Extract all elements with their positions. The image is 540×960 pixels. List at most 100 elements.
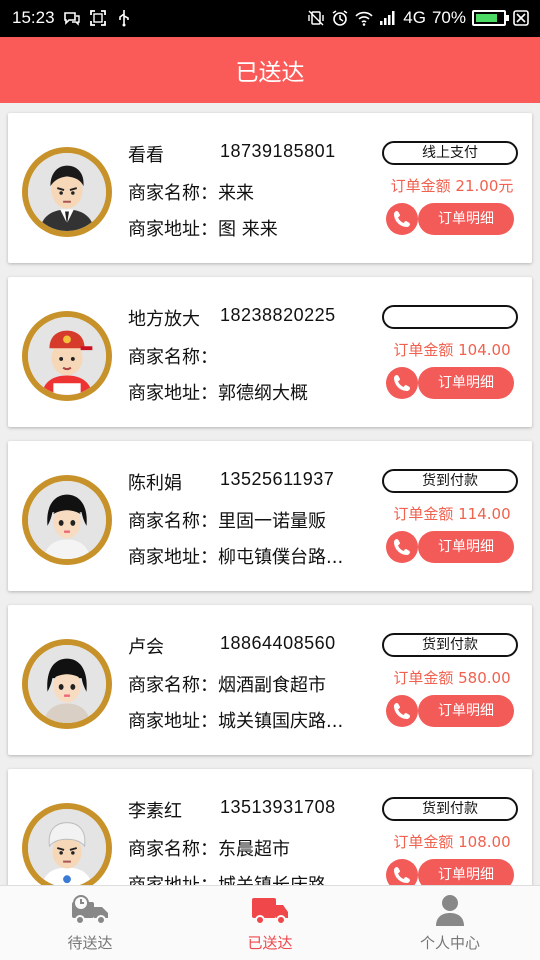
order-detail-button[interactable]: 订单明细 [418,695,514,727]
order-amount-value: 104.00 [458,341,511,359]
nav-profile-label: 个人中心 [419,933,480,952]
network-type: 4G [403,8,426,27]
call-button[interactable] [386,367,418,399]
vibrate-icon [307,9,325,27]
order-card[interactable]: 李素红 13513931708 商家名称：东晨超市 商家地址：城关镇长庆路...… [8,769,532,885]
order-amount: 订单金额 104.00 [382,339,522,360]
shop-name-row: 商家名称： [128,343,218,369]
page-title: 已送达 [235,60,305,86]
call-button[interactable] [386,695,418,727]
shop-name-label: 商家名称： [128,183,218,204]
order-amount-value: 21.00元 [455,177,514,195]
shop-name-row: 商家名称：来来 [128,179,254,205]
shop-address-value: 柳屯镇僕台路... [218,547,344,568]
wifi-icon [355,9,373,27]
woman-avatar-icon [28,481,106,559]
order-amount: 订单金额 114.00 [382,503,522,524]
order-amount: 订单金额 108.00 [382,831,522,852]
call-button[interactable] [386,859,418,885]
pending-delivery-truck-icon [70,894,110,926]
order-card[interactable]: 地方放大 18238820225 商家名称： 商家地址：郭德纲大概 订单金额 1… [8,277,532,427]
shop-address-label: 商家地址： [128,711,218,732]
chef-avatar-icon [28,809,106,885]
order-detail-button[interactable]: 订单明细 [418,203,514,235]
delivered-truck-icon [250,894,290,926]
shop-address-value: 城关镇长庆路... [218,875,343,885]
phone-icon [394,703,410,719]
phone-icon [394,867,410,883]
customer-name: 看看 [128,145,164,166]
woman-avatar-icon [28,645,106,723]
customer-phone: 18238820225 [220,305,336,325]
shop-address-row: 商家地址：柳屯镇僕台路... [128,543,343,569]
shop-name-value: 来来 [218,183,254,204]
nav-pending-delivery[interactable]: 待送达 [0,886,180,960]
phone-icon [394,539,410,555]
shop-address-label: 商家地址： [128,383,218,404]
order-card[interactable]: 看看 18739185801 商家名称：来来 商家地址：图 来来 线上支付 订单… [8,113,532,263]
shop-address-row: 商家地址：城关镇国庆路... [128,707,343,733]
payment-method-badge: 货到付款 [382,633,518,657]
nav-delivered[interactable]: 已送达 [180,886,360,960]
battery-percent: 70% [431,8,466,27]
customer-name: 陈利娟 [128,473,182,494]
boy-cap-avatar-icon [28,317,106,395]
order-amount-label: 订单金额 [393,833,454,851]
shop-address-value: 城关镇国庆路... [218,711,344,732]
usb-icon [115,9,133,27]
shop-address-label: 商家地址： [128,547,218,568]
alarm-icon [331,9,349,27]
order-amount-label: 订单金额 [390,177,451,195]
screenshot-icon [89,9,107,27]
shop-address-value: 图 来来 [218,219,278,240]
order-detail-button[interactable]: 订单明细 [418,859,514,885]
shop-address-row: 商家地址：城关镇长庆路... [128,871,343,885]
nav-delivered-label: 已送达 [247,933,293,952]
avatar [22,803,112,885]
customer-phone: 18739185801 [220,141,336,161]
status-bar: 15:23 4G 70% [0,0,540,37]
shop-name-label: 商家名称： [128,347,218,368]
order-amount-value: 580.00 [458,669,511,687]
battery-icon [472,10,509,26]
shop-address-row: 商家地址：郭德纲大概 [128,379,308,405]
order-card[interactable]: 卢会 18864408560 商家名称：烟酒副食超市 商家地址：城关镇国庆路..… [8,605,532,755]
order-detail-button[interactable]: 订单明细 [418,531,514,563]
call-button[interactable] [386,531,418,563]
status-time: 15:23 [12,8,55,27]
shop-name-label: 商家名称： [128,675,218,696]
nav-pending-delivery-label: 待送达 [67,933,113,952]
nav-profile[interactable]: 个人中心 [360,886,540,960]
avatar [22,639,112,729]
customer-phone: 13525611937 [220,469,335,489]
shop-name-value: 里固一诺量贩 [218,511,326,532]
avatar [22,147,112,237]
order-amount-label: 订单金额 [393,505,454,523]
phone-icon [394,211,410,227]
shop-name-label: 商家名称： [128,839,218,860]
order-list[interactable]: 看看 18739185801 商家名称：来来 商家地址：图 来来 线上支付 订单… [0,103,540,885]
avatar [22,475,112,565]
call-button[interactable] [386,203,418,235]
order-amount-label: 订单金额 [393,669,454,687]
shop-name-row: 商家名称：东晨超市 [128,835,290,861]
payment-method-badge: 线上支付 [382,141,518,165]
top-app-bar: 已送达 [0,37,540,103]
shop-name-row: 商家名称：烟酒副食超市 [128,671,326,697]
order-amount-value: 108.00 [458,833,511,851]
bottom-navigation: 待送达 已送达 个人中心 [0,885,540,960]
order-amount-label: 订单金额 [393,341,454,359]
charging-icon [512,9,530,27]
customer-name: 李素红 [128,801,182,822]
phone-icon [394,375,410,391]
shop-address-label: 商家地址： [128,875,218,885]
chat-icon [63,9,81,27]
customer-phone: 18864408560 [220,633,336,653]
order-card[interactable]: 陈利娟 13525611937 商家名称：里固一诺量贩 商家地址：柳屯镇僕台路.… [8,441,532,591]
payment-method-badge: 货到付款 [382,469,518,493]
customer-name: 卢会 [128,637,164,658]
profile-icon [430,894,470,926]
shop-name-value: 东晨超市 [218,839,290,860]
order-detail-button[interactable]: 订单明细 [418,367,514,399]
order-amount: 订单金额 21.00元 [382,175,522,196]
